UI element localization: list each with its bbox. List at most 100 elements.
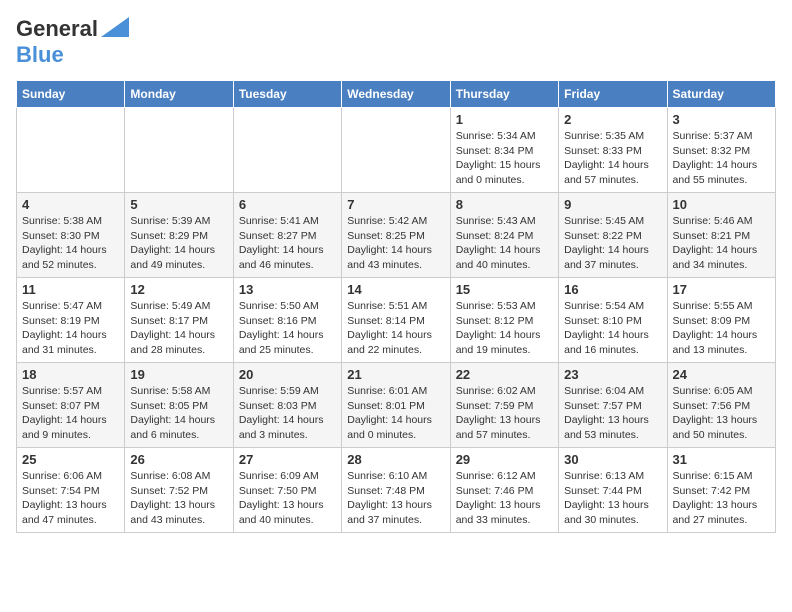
day-number: 10 — [673, 197, 770, 212]
weekday-header-saturday: Saturday — [667, 81, 775, 108]
calendar-cell: 23Sunrise: 6:04 AM Sunset: 7:57 PM Dayli… — [559, 363, 667, 448]
day-number: 31 — [673, 452, 770, 467]
calendar-cell: 1Sunrise: 5:34 AM Sunset: 8:34 PM Daylig… — [450, 108, 558, 193]
weekday-header-wednesday: Wednesday — [342, 81, 450, 108]
day-info: Sunrise: 6:05 AM Sunset: 7:56 PM Dayligh… — [673, 384, 770, 443]
day-info: Sunrise: 6:13 AM Sunset: 7:44 PM Dayligh… — [564, 469, 661, 528]
day-number: 13 — [239, 282, 336, 297]
day-number: 18 — [22, 367, 119, 382]
day-info: Sunrise: 6:02 AM Sunset: 7:59 PM Dayligh… — [456, 384, 553, 443]
calendar-cell: 18 Sunrise: 5:57 AM Sunset: 8:07 PM Dayli… — [17, 363, 125, 448]
week-row-3: 11Sunrise: 5:47 AM Sunset: 8:19 PM Dayli… — [17, 278, 776, 363]
calendar-cell: 26 Sunrise: 6:08 AM Sunset: 7:52 PM Dayli… — [125, 448, 233, 533]
week-row-2: 4 Sunrise: 5:38 AM Sunset: 8:30 PM Daylig… — [17, 193, 776, 278]
calendar-table: SundayMondayTuesdayWednesdayThursdayFrid… — [16, 80, 776, 533]
weekday-header-sunday: Sunday — [17, 81, 125, 108]
day-info: Sunrise: 6:10 AM Sunset: 7:48 PM Dayligh… — [347, 469, 444, 528]
calendar-cell: 6 Sunrise: 5:41 AM Sunset: 8:27 PM Daylig… — [233, 193, 341, 278]
day-number: 26 — [130, 452, 227, 467]
week-row-4: 18 Sunrise: 5:57 AM Sunset: 8:07 PM Dayli… — [17, 363, 776, 448]
day-info: Sunrise: 5:47 AM Sunset: 8:19 PM Dayligh… — [22, 299, 119, 358]
calendar-cell — [17, 108, 125, 193]
day-number: 20 — [239, 367, 336, 382]
day-number: 30 — [564, 452, 661, 467]
calendar-cell: 31 Sunrise: 6:15 AM Sunset: 7:42 PM Dayli… — [667, 448, 775, 533]
day-number: 23 — [564, 367, 661, 382]
day-info: Sunrise: 5:53 AM Sunset: 8:12 PM Dayligh… — [456, 299, 553, 358]
calendar-cell: 14Sunrise: 5:51 AM Sunset: 8:14 PM Dayli… — [342, 278, 450, 363]
day-info: Sunrise: 5:41 AM Sunset: 8:27 PM Dayligh… — [239, 214, 336, 273]
day-number: 6 — [239, 197, 336, 212]
page-header: General Blue — [16, 16, 776, 68]
calendar-cell — [233, 108, 341, 193]
day-number: 15 — [456, 282, 553, 297]
calendar-cell — [125, 108, 233, 193]
weekday-header-friday: Friday — [559, 81, 667, 108]
day-number: 29 — [456, 452, 553, 467]
week-row-5: 25 Sunrise: 6:06 AM Sunset: 7:54 PM Dayli… — [17, 448, 776, 533]
day-info: Sunrise: 5:46 AM Sunset: 8:21 PM Dayligh… — [673, 214, 770, 273]
day-info: Sunrise: 6:15 AM Sunset: 7:42 PM Dayligh… — [673, 469, 770, 528]
logo-icon — [101, 17, 129, 37]
day-info: Sunrise: 5:45 AM Sunset: 8:22 PM Dayligh… — [564, 214, 661, 273]
day-number: 16 — [564, 282, 661, 297]
day-number: 27 — [239, 452, 336, 467]
weekday-header-tuesday: Tuesday — [233, 81, 341, 108]
calendar-cell: 17 Sunrise: 5:55 AM Sunset: 8:09 PM Dayli… — [667, 278, 775, 363]
calendar-cell: 4 Sunrise: 5:38 AM Sunset: 8:30 PM Daylig… — [17, 193, 125, 278]
logo-general: General — [16, 16, 98, 42]
calendar-cell: 2Sunrise: 5:35 AM Sunset: 8:33 PM Daylig… — [559, 108, 667, 193]
day-info: Sunrise: 5:49 AM Sunset: 8:17 PM Dayligh… — [130, 299, 227, 358]
day-info: Sunrise: 6:01 AM Sunset: 8:01 PM Dayligh… — [347, 384, 444, 443]
calendar-cell: 3Sunrise: 5:37 AM Sunset: 8:32 PM Daylig… — [667, 108, 775, 193]
calendar-cell: 7Sunrise: 5:42 AM Sunset: 8:25 PM Daylig… — [342, 193, 450, 278]
calendar-cell: 20Sunrise: 5:59 AM Sunset: 8:03 PM Dayli… — [233, 363, 341, 448]
day-number: 19 — [130, 367, 227, 382]
calendar-cell: 15 Sunrise: 5:53 AM Sunset: 8:12 PM Dayli… — [450, 278, 558, 363]
day-info: Sunrise: 6:08 AM Sunset: 7:52 PM Dayligh… — [130, 469, 227, 528]
day-info: Sunrise: 5:54 AM Sunset: 8:10 PM Dayligh… — [564, 299, 661, 358]
calendar-cell: 10 Sunrise: 5:46 AM Sunset: 8:21 PM Dayli… — [667, 193, 775, 278]
day-number: 12 — [130, 282, 227, 297]
day-number: 9 — [564, 197, 661, 212]
day-info: Sunrise: 5:51 AM Sunset: 8:14 PM Dayligh… — [347, 299, 444, 358]
day-info: Sunrise: 5:39 AM Sunset: 8:29 PM Dayligh… — [130, 214, 227, 273]
day-info: Sunrise: 6:12 AM Sunset: 7:46 PM Dayligh… — [456, 469, 553, 528]
day-number: 25 — [22, 452, 119, 467]
day-info: Sunrise: 6:06 AM Sunset: 7:54 PM Dayligh… — [22, 469, 119, 528]
logo: General Blue — [16, 16, 129, 68]
calendar-cell: 22 Sunrise: 6:02 AM Sunset: 7:59 PM Dayli… — [450, 363, 558, 448]
calendar-cell: 30 Sunrise: 6:13 AM Sunset: 7:44 PM Dayli… — [559, 448, 667, 533]
day-number: 17 — [673, 282, 770, 297]
weekday-header-monday: Monday — [125, 81, 233, 108]
calendar-cell: 29 Sunrise: 6:12 AM Sunset: 7:46 PM Dayli… — [450, 448, 558, 533]
day-info: Sunrise: 5:58 AM Sunset: 8:05 PM Dayligh… — [130, 384, 227, 443]
day-number: 28 — [347, 452, 444, 467]
weekday-header-row: SundayMondayTuesdayWednesdayThursdayFrid… — [17, 81, 776, 108]
day-info: Sunrise: 5:38 AM Sunset: 8:30 PM Dayligh… — [22, 214, 119, 273]
day-number: 22 — [456, 367, 553, 382]
day-info: Sunrise: 5:34 AM Sunset: 8:34 PM Dayligh… — [456, 129, 553, 188]
calendar-cell: 16 Sunrise: 5:54 AM Sunset: 8:10 PM Dayli… — [559, 278, 667, 363]
weekday-header-thursday: Thursday — [450, 81, 558, 108]
day-info: Sunrise: 6:09 AM Sunset: 7:50 PM Dayligh… — [239, 469, 336, 528]
day-info: Sunrise: 5:50 AM Sunset: 8:16 PM Dayligh… — [239, 299, 336, 358]
week-row-1: 1Sunrise: 5:34 AM Sunset: 8:34 PM Daylig… — [17, 108, 776, 193]
calendar-cell: 25 Sunrise: 6:06 AM Sunset: 7:54 PM Dayli… — [17, 448, 125, 533]
calendar-cell: 5Sunrise: 5:39 AM Sunset: 8:29 PM Daylig… — [125, 193, 233, 278]
calendar-cell: 11Sunrise: 5:47 AM Sunset: 8:19 PM Dayli… — [17, 278, 125, 363]
calendar-cell: 28 Sunrise: 6:10 AM Sunset: 7:48 PM Dayli… — [342, 448, 450, 533]
calendar-cell: 12 Sunrise: 5:49 AM Sunset: 8:17 PM Dayli… — [125, 278, 233, 363]
day-number: 24 — [673, 367, 770, 382]
calendar-cell: 24 Sunrise: 6:05 AM Sunset: 7:56 PM Dayli… — [667, 363, 775, 448]
calendar-cell: 19 Sunrise: 5:58 AM Sunset: 8:05 PM Dayli… — [125, 363, 233, 448]
day-number: 8 — [456, 197, 553, 212]
day-info: Sunrise: 5:55 AM Sunset: 8:09 PM Dayligh… — [673, 299, 770, 358]
day-info: Sunrise: 5:42 AM Sunset: 8:25 PM Dayligh… — [347, 214, 444, 273]
calendar-cell: 13 Sunrise: 5:50 AM Sunset: 8:16 PM Dayli… — [233, 278, 341, 363]
day-number: 3 — [673, 112, 770, 127]
day-number: 4 — [22, 197, 119, 212]
calendar-cell: 8Sunrise: 5:43 AM Sunset: 8:24 PM Daylig… — [450, 193, 558, 278]
day-info: Sunrise: 5:57 AM Sunset: 8:07 PM Dayligh… — [22, 384, 119, 443]
logo-blue: Blue — [16, 42, 64, 67]
